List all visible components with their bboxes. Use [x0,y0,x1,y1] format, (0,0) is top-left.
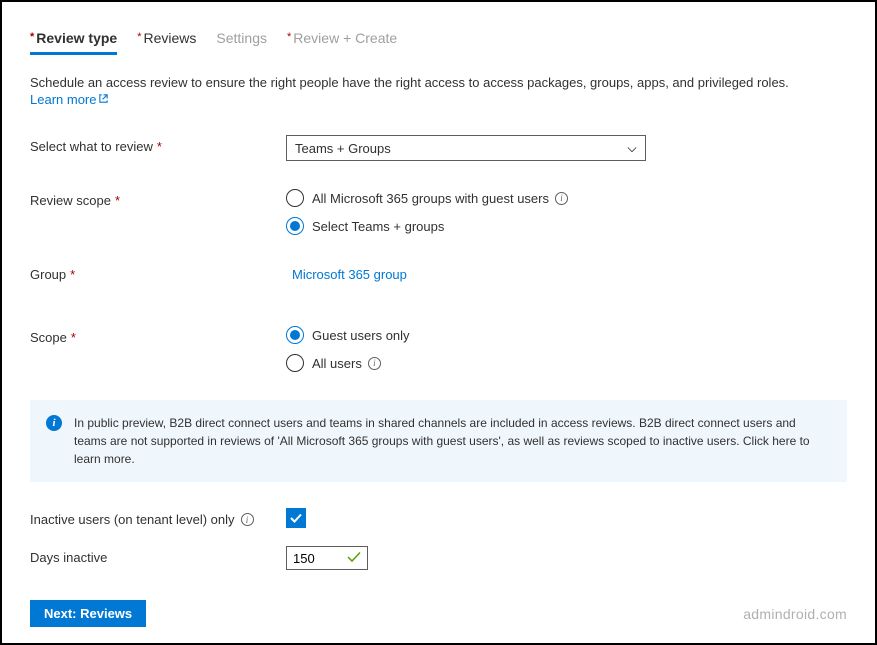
days-inactive-label: Days inactive [30,546,286,565]
radio-guest-only[interactable]: Guest users only [286,326,847,344]
days-inactive-input-wrap [286,546,368,570]
radio-icon [286,326,304,344]
select-what-value: Teams + Groups [295,141,391,156]
radio-all-users-label: All users [312,356,362,371]
tab-reviews[interactable]: Reviews [137,30,196,55]
page-description: Schedule an access review to ensure the … [30,75,847,90]
select-what-dropdown[interactable]: Teams + Groups [286,135,646,161]
info-icon[interactable]: i [368,357,381,370]
banner-text: In public preview, B2B direct connect us… [74,414,831,468]
tab-settings[interactable]: Settings [216,30,267,55]
info-filled-icon: i [46,415,62,431]
learn-more-link[interactable]: Learn more [30,92,109,107]
tab-bar: Review type Reviews Settings Review + Cr… [30,30,847,55]
inactive-users-checkbox[interactable] [286,508,306,528]
select-what-label: Select what to review* [30,135,286,154]
watermark: admindroid.com [743,606,847,622]
tab-review-type[interactable]: Review type [30,30,117,55]
group-label: Group* [30,263,286,282]
inactive-users-label: Inactive users (on tenant level) only i [30,508,286,527]
radio-guest-only-label: Guest users only [312,328,410,343]
info-icon[interactable]: i [555,192,568,205]
group-value-link[interactable]: Microsoft 365 group [286,263,413,286]
radio-all-users[interactable]: All users i [286,354,847,372]
chevron-down-icon [627,143,637,153]
tab-review-create[interactable]: Review + Create [287,30,397,55]
review-scope-label: Review scope* [30,189,286,208]
radio-all-groups[interactable]: All Microsoft 365 groups with guest user… [286,189,847,207]
scope-label: Scope* [30,326,286,345]
radio-icon [286,354,304,372]
checkmark-icon [347,551,361,566]
radio-icon [286,217,304,235]
external-link-icon [98,93,109,107]
info-banner[interactable]: i In public preview, B2B direct connect … [30,400,847,482]
radio-select-teams[interactable]: Select Teams + groups [286,217,847,235]
radio-select-teams-label: Select Teams + groups [312,219,444,234]
radio-icon [286,189,304,207]
radio-all-groups-label: All Microsoft 365 groups with guest user… [312,191,549,206]
footer: Next: Reviews admindroid.com [30,600,847,627]
info-icon[interactable]: i [241,513,254,526]
next-reviews-button[interactable]: Next: Reviews [30,600,146,627]
days-inactive-input[interactable] [293,551,333,566]
learn-more-text: Learn more [30,92,96,107]
